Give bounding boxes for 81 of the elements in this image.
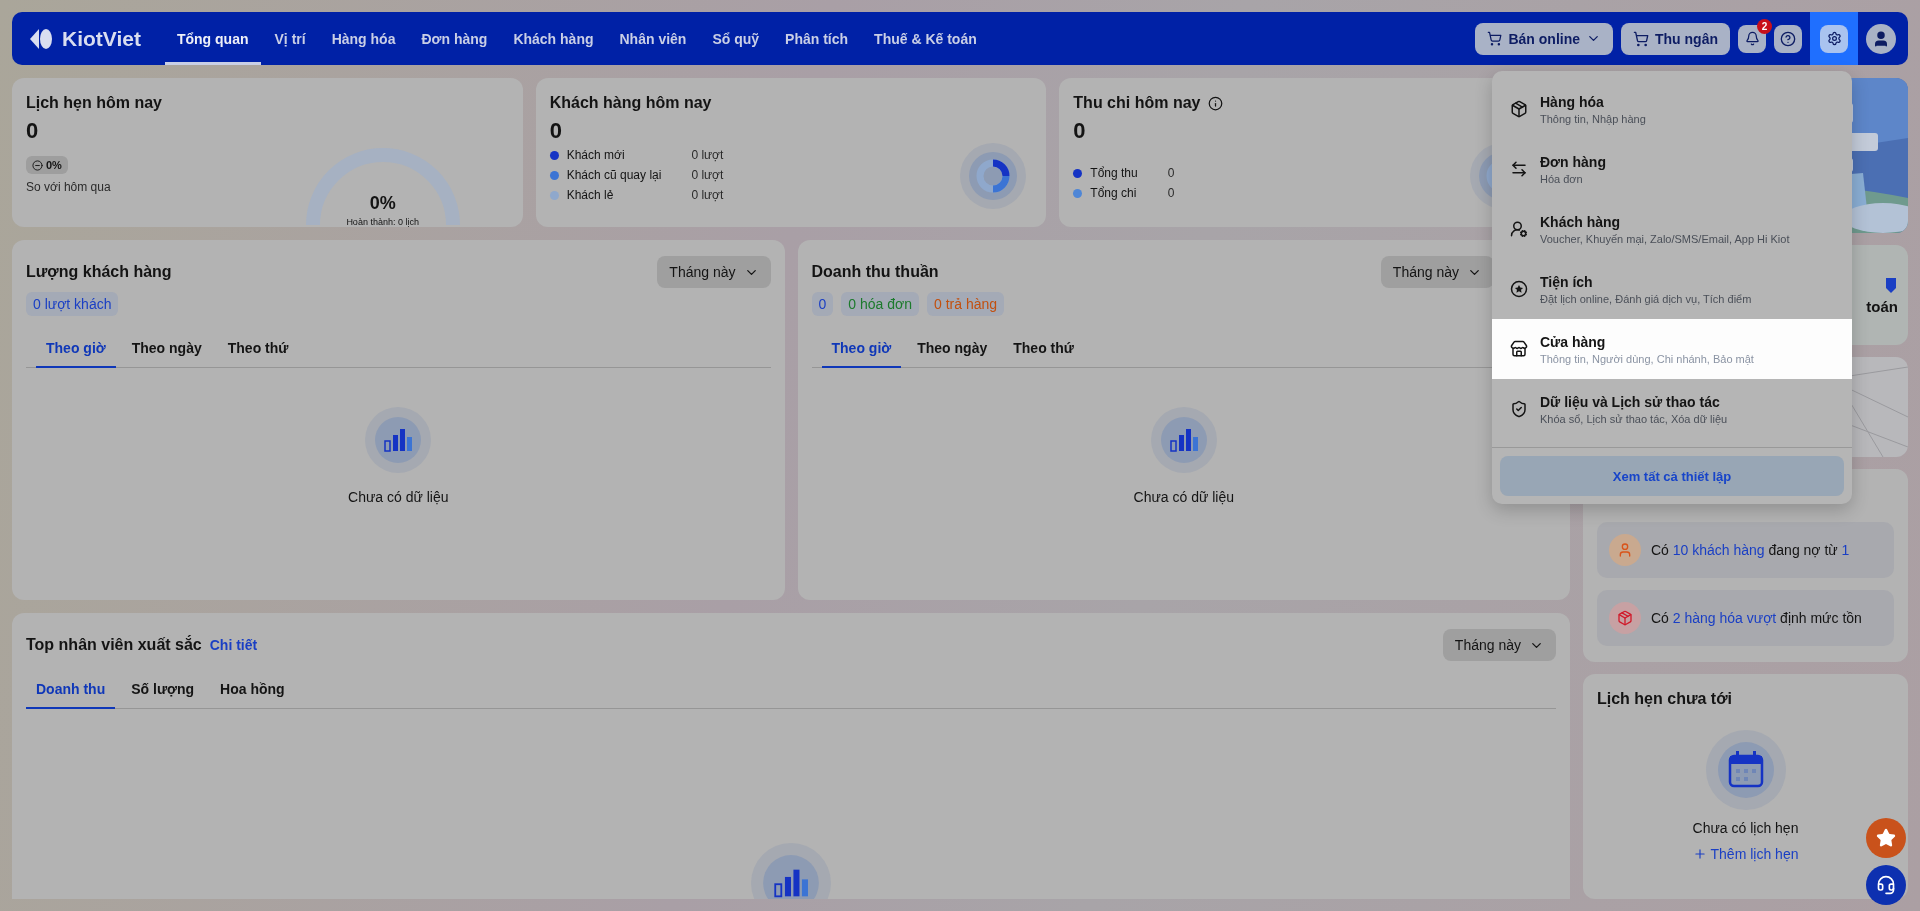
legend-label: Khách mới [566, 148, 625, 162]
count-tag: 0 [811, 292, 834, 316]
notification-badge: 2 [1757, 18, 1772, 34]
menu-item-description: Thông tin, Người dùng, Chi nhánh, Bảo mật [1540, 352, 1754, 365]
menu-item-title: Hàng hóa [1540, 93, 1605, 110]
nav-tab[interactable]: Nhân viên [607, 12, 699, 65]
tab[interactable]: Hoa hồng [210, 671, 295, 709]
legend-value: 0 lượt [691, 168, 724, 182]
period-dropdown[interactable]: Tháng này [657, 256, 771, 288]
menu-item-title: Tiện ích [1540, 273, 1594, 290]
card-title: Lịch hẹn hôm nay [26, 94, 162, 112]
nav-tab[interactable]: Sổ quỹ [700, 12, 772, 65]
count-tag: 0 trả hàng [927, 292, 1005, 316]
legend-value: 0 lượt [691, 148, 724, 162]
sales-channel-button[interactable]: Bán online [1475, 22, 1613, 55]
menu-item[interactable]: Đơn hàng Hóa đơn [1492, 139, 1852, 199]
count-tag: 0 hóa đơn [841, 292, 919, 316]
legend-label: Tổng chi [1090, 186, 1137, 200]
nav-tab[interactable]: Vị trí [262, 12, 318, 65]
nav-tab[interactable]: Hàng hóa [319, 12, 408, 65]
nav-tab[interactable]: Đơn hàng [409, 12, 500, 65]
tab[interactable]: Theo thứ [1003, 330, 1084, 368]
tab[interactable]: Theo thứ [217, 330, 299, 368]
nav-tab[interactable]: Tổng quan [164, 12, 261, 65]
legend-label: Tổng thu [1090, 166, 1138, 180]
add-appointment-link[interactable]: Thêm lịch hẹn [1692, 845, 1799, 862]
alert-link[interactable]: 2 hàng hóa vượt [1672, 610, 1777, 626]
tab[interactable]: Theo ngày [121, 330, 212, 368]
tab[interactable]: Theo ngày [907, 330, 998, 368]
menu-item-description: Thông tin, Nhập hàng [1540, 112, 1646, 125]
menu-item-description: Đặt lịch online, Đánh giá dịch vụ, Tích điểm [1540, 292, 1752, 305]
card-title: Thu chi hôm nay [1073, 94, 1201, 112]
menu-item[interactable]: Dữ liệu và Lịch sử thao tác Khóa sổ, Lịch sử thao tác, Xóa dữ liệu [1492, 379, 1852, 439]
logo-text: KiotViet [62, 26, 141, 51]
details-link[interactable]: Chi tiết [209, 637, 258, 653]
legend-value: 0 lượt [691, 188, 724, 202]
menu-item-title: Khách hàng [1540, 213, 1622, 230]
panel-title: Lượng khách hàng [26, 263, 172, 281]
change-badge: 0% [26, 156, 68, 174]
alert-link[interactable]: 1 [1841, 542, 1850, 558]
empty-message: Chưa có dữ liệu [1133, 489, 1234, 505]
card-value: 0 [549, 118, 563, 144]
nav-tab[interactable]: Thuế & Kế toán [862, 12, 989, 65]
count-tag: 0 lượt khách [26, 292, 119, 316]
period-dropdown[interactable]: Tháng này [1442, 629, 1556, 661]
card-value: 0 [26, 118, 40, 144]
menu-item-title: Đơn hàng [1540, 153, 1606, 170]
menu-item-description: Khóa sổ, Lịch sử thao tác, Xóa dữ liệu [1540, 412, 1728, 425]
legend-value: 0 [1167, 186, 1175, 200]
menu-item-title: Dữ liệu và Lịch sử thao tác [1540, 393, 1721, 410]
gauge-value: 0% [369, 193, 396, 214]
menu-item[interactable]: Khách hàng Voucher, Khuyến mại, Zalo/SMS/Email, App Hi Kiot [1492, 199, 1852, 259]
comparison-note: So với hôm qua [26, 180, 112, 194]
empty-message: Chưa có dữ liệu [348, 489, 449, 505]
menu-item[interactable]: Tiện ích Đặt lịch online, Đánh giá dịch vụ, Tích điểm [1492, 259, 1852, 319]
tab[interactable]: Theo giờ [821, 330, 902, 368]
gauge-caption: Hoàn thành: 0 lịch [346, 217, 419, 227]
alert-link[interactable]: 10 khách hàng [1672, 542, 1765, 558]
panel-title: Top nhân viên xuất sắc [26, 636, 202, 654]
nav-tab[interactable]: Khách hàng [501, 12, 606, 65]
menu-item-description: Voucher, Khuyến mại, Zalo/SMS/Email, App Hi Kiot [1540, 232, 1790, 245]
card-title: Lịch hẹn chưa tới [1597, 690, 1733, 708]
alert-text: Có 10 khách hàng đang nợ từ 1 [1651, 542, 1850, 558]
legend-value: 0 [1167, 166, 1175, 180]
menu-item[interactable]: Hàng hóa Thông tin, Nhập hàng [1492, 79, 1852, 139]
alert-text: Có 2 hàng hóa vượt định mức tồn [1651, 610, 1862, 626]
panel-title: Doanh thu thuần [811, 263, 939, 281]
tab[interactable]: Theo giờ [36, 330, 116, 368]
legend-label: Khách lẻ [566, 188, 614, 202]
legend-label: Khách cũ quay lại [566, 168, 662, 182]
menu-item[interactable]: Cửa hàng Thông tin, Người dùng, Chi nhánh, Bảo mật [1492, 319, 1852, 379]
tab[interactable]: Số lượng [121, 671, 205, 709]
tab[interactable]: Doanh thu [26, 671, 116, 709]
empty-message: Chưa có lịch hẹn [1692, 819, 1799, 836]
period-dropdown[interactable]: Tháng này [1380, 256, 1494, 288]
card-title: Khách hàng hôm nay [549, 94, 712, 112]
menu-item-title: Cửa hàng [1540, 333, 1607, 350]
feature-title: toán [1866, 297, 1898, 315]
menu-item-description: Hóa đơn [1540, 172, 1584, 185]
nav-tab[interactable]: Phân tích [773, 12, 861, 65]
cashier-button[interactable]: Thu ngân [1621, 22, 1730, 55]
